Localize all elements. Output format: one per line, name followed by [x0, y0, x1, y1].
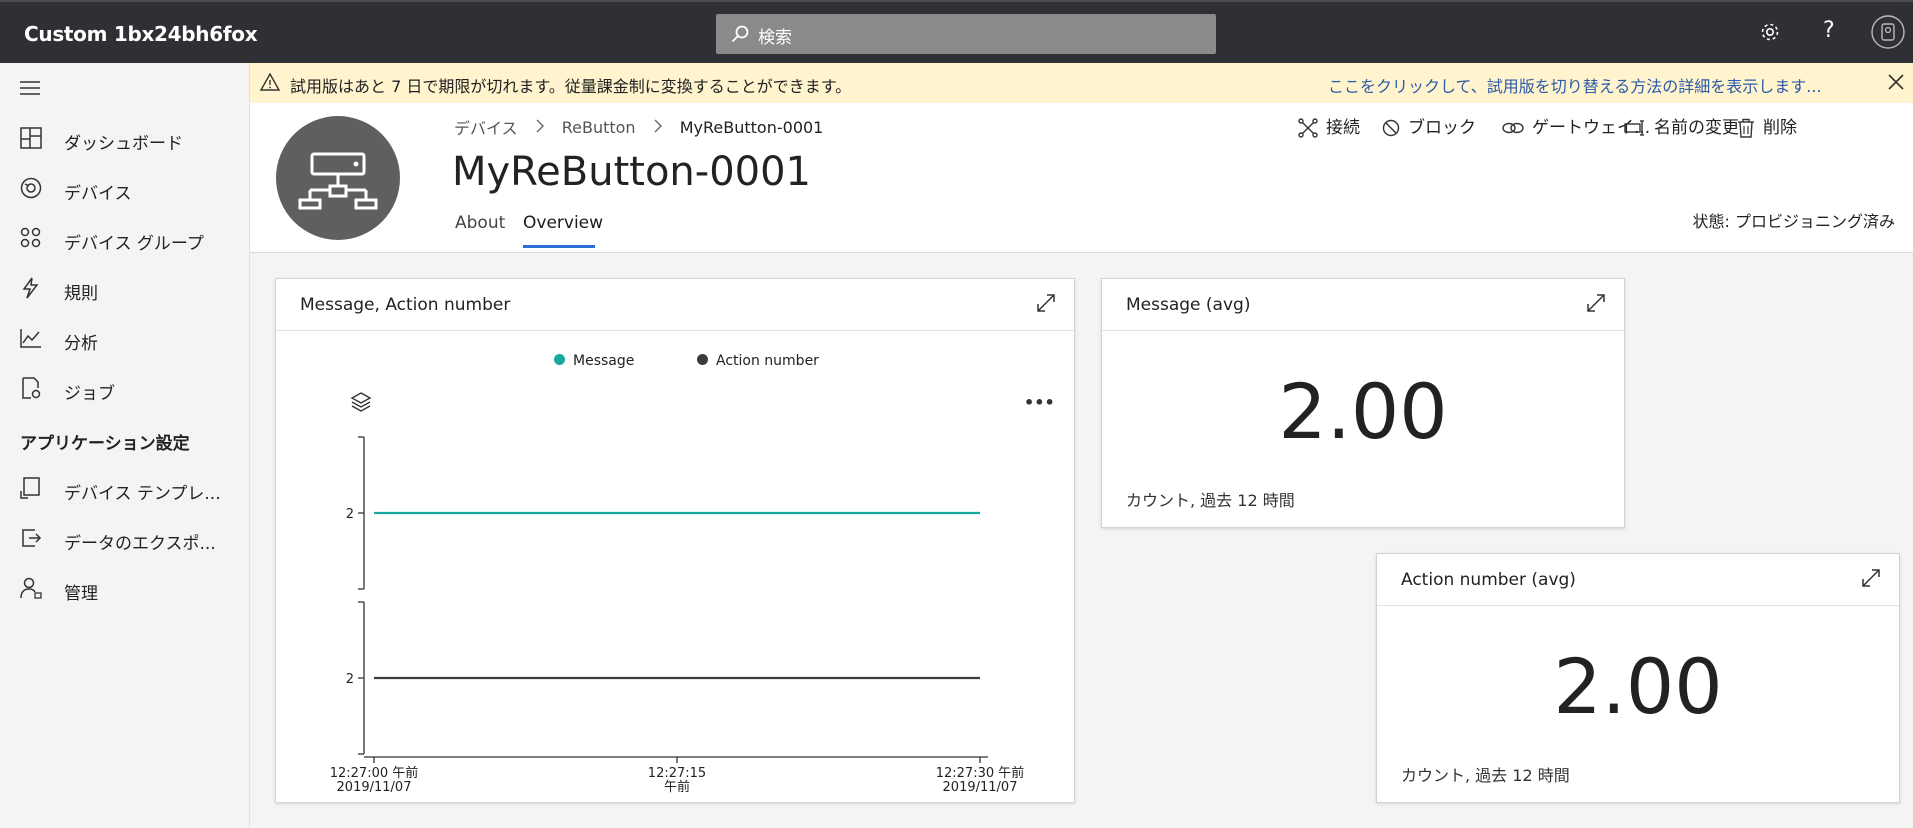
search-icon: [730, 24, 750, 48]
data-export-icon: [20, 527, 42, 549]
card-divider: [1377, 605, 1899, 606]
admin-icon: [20, 577, 42, 599]
sidebar-item-label: デバイス: [64, 184, 132, 204]
kpi-card-message: Message (avg) 2.00 カウント, 過去 12 時間: [1101, 278, 1625, 528]
sidebar-item-device-groups[interactable]: デバイス グループ: [0, 217, 249, 261]
line-chart: 2212:27:00 午前2019/11/0712:27:15午前12:27:3…: [330, 436, 1025, 795]
x-tick-label: 12:27:15: [648, 766, 706, 781]
analytics-icon: [20, 327, 42, 349]
breadcrumb: デバイス ReButton MyReButton-0001: [454, 115, 823, 139]
sidebar-item-label: 分析: [64, 334, 98, 354]
network-device-icon: [298, 152, 378, 210]
x-tick-label: 12:27:00 午前: [330, 765, 419, 781]
x-tick-label: 2019/11/07: [337, 780, 412, 795]
kpi-value: 2.00: [1553, 642, 1723, 731]
sidebar-item-device-templates[interactable]: デバイス テンプレ...: [0, 467, 249, 511]
sidebar-item-label: データのエクスポ...: [64, 534, 216, 554]
x-tick-label: 午前: [664, 779, 690, 795]
connect-button[interactable]: 接続: [1298, 113, 1360, 138]
active-tab-indicator: [523, 245, 595, 248]
expand-icon[interactable]: [1586, 293, 1606, 317]
page-title: MyReButton-0001: [452, 149, 812, 195]
kpi-value: 2.00: [1278, 367, 1448, 456]
breadcrumb-template[interactable]: ReButton: [562, 118, 636, 137]
user-avatar-icon[interactable]: [1870, 14, 1906, 54]
kpi-subtitle: カウント, 過去 12 時間: [1401, 766, 1570, 785]
rename-button[interactable]: 名前の変更: [1624, 113, 1739, 138]
dashboard-icon: [20, 127, 42, 149]
app-title[interactable]: Custom 1bx24bh6fox: [24, 22, 258, 46]
expand-icon[interactable]: [1861, 568, 1881, 592]
sidebar-item-devices[interactable]: デバイス: [0, 167, 249, 211]
y-tick-label: 2: [346, 672, 354, 687]
block-icon: [1382, 119, 1400, 137]
rename-label: 名前の変更: [1654, 118, 1739, 138]
trial-banner-link[interactable]: ここをクリックして、試用版を切り替える方法の詳細を表示します...: [1328, 73, 1822, 97]
sidebar-item-analytics[interactable]: 分析: [0, 317, 249, 361]
x-tick-label: 2019/11/07: [943, 780, 1018, 795]
devices-icon: [20, 177, 42, 199]
delete-button[interactable]: 削除: [1737, 113, 1797, 138]
trial-banner-text: 試用版はあと 7 日で期限が切れます。従量課金制に変換することができます。: [290, 77, 852, 96]
kpi-subtitle: カウント, 過去 12 時間: [1126, 491, 1295, 510]
breadcrumb-devices[interactable]: デバイス: [454, 115, 518, 139]
help-icon[interactable]: ?: [1823, 18, 1835, 43]
delete-icon: [1738, 118, 1754, 138]
device-header: デバイス ReButton MyReButton-0001 MyReButton…: [250, 103, 1913, 253]
chevron-right-icon: [653, 118, 663, 137]
sidebar-item-label: ジョブ: [64, 384, 115, 404]
top-bar: Custom 1bx24bh6fox 検索 ?: [0, 0, 1913, 63]
tab-overview[interactable]: Overview: [523, 213, 603, 233]
search-input[interactable]: 検索: [758, 23, 792, 48]
sidebar-item-rules[interactable]: 規則: [0, 267, 249, 311]
delete-label: 削除: [1763, 118, 1797, 138]
block-button[interactable]: ブロック: [1382, 113, 1476, 138]
sidebar-item-jobs[interactable]: ジョブ: [0, 367, 249, 411]
device-groups-icon: [20, 227, 42, 249]
warning-icon: [259, 72, 281, 95]
x-tick-label: 12:27:30 午前: [936, 765, 1025, 781]
kpi-card-title: Message (avg): [1126, 295, 1251, 315]
provisioning-status: 状態: プロビジョニング済み: [1692, 212, 1895, 231]
gear-icon[interactable]: [1758, 20, 1782, 48]
breadcrumb-current: MyReButton-0001: [679, 117, 824, 137]
block-label: ブロック: [1408, 118, 1476, 138]
device-avatar: [276, 116, 400, 240]
sidebar-item-label: 規則: [64, 284, 98, 304]
chart-card: Message, Action number Message Action nu…: [275, 278, 1075, 803]
sidebar: ダッシュボード デバイス デバイス グループ 規則 分析 ジョブ アプリケーショ…: [0, 63, 250, 828]
kpi-card-action-number: Action number (avg) 2.00 カウント, 過去 12 時間: [1376, 553, 1900, 803]
connect-icon: [1298, 118, 1318, 138]
y-tick-label: 2: [346, 507, 354, 522]
gateway-icon: [1502, 122, 1524, 134]
tab-about[interactable]: About: [455, 213, 505, 233]
sidebar-item-admin[interactable]: 管理: [0, 567, 249, 611]
sidebar-section-app-settings: アプリケーション設定: [20, 434, 190, 454]
rules-icon: [20, 277, 42, 299]
card-divider: [1102, 330, 1624, 331]
connect-label: 接続: [1326, 118, 1360, 138]
sidebar-item-label: 管理: [64, 584, 98, 604]
sidebar-item-label: デバイス テンプレ...: [64, 484, 221, 504]
sidebar-item-label: ダッシュボード: [64, 134, 183, 154]
rename-icon: [1624, 120, 1644, 136]
close-icon[interactable]: [1887, 73, 1905, 95]
search-box[interactable]: 検索: [716, 14, 1216, 54]
sidebar-item-label: デバイス グループ: [64, 234, 204, 254]
hamburger-menu-icon[interactable]: [20, 80, 42, 100]
trial-banner: 試用版はあと 7 日で期限が切れます。従量課金制に変換することができます。 ここ…: [250, 63, 1913, 103]
jobs-icon: [20, 377, 42, 399]
chevron-right-icon: [535, 118, 545, 137]
device-template-icon: [20, 477, 42, 499]
kpi-card-title: Action number (avg): [1401, 570, 1576, 590]
sidebar-item-dashboard[interactable]: ダッシュボード: [0, 117, 249, 161]
sidebar-item-data-export[interactable]: データのエクスポ...: [0, 517, 249, 561]
